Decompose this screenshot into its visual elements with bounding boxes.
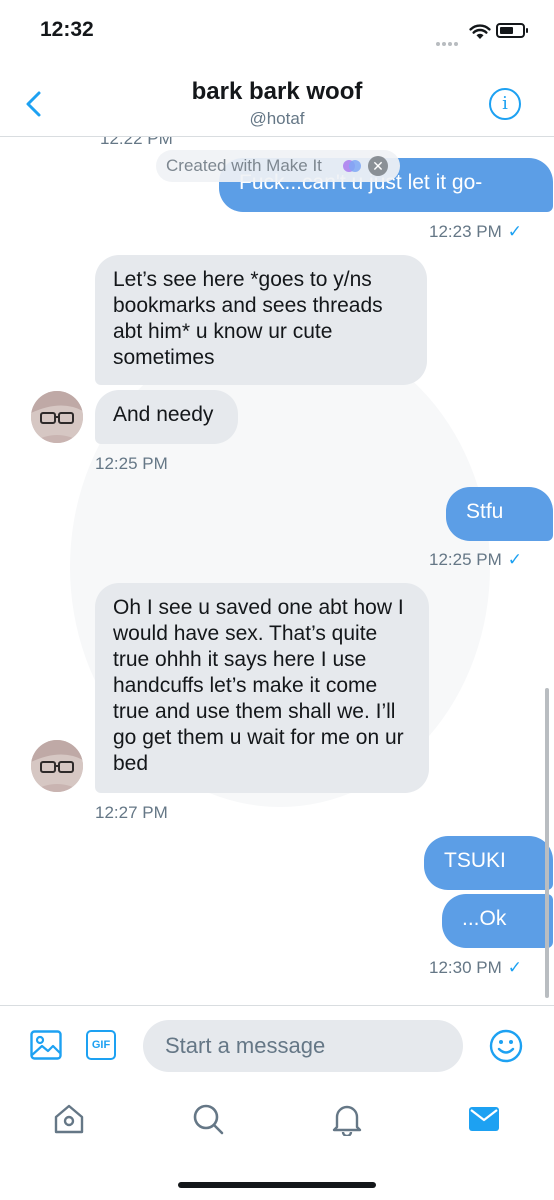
avatar-image (31, 740, 83, 792)
make-it-logo-icon (343, 160, 361, 172)
outgoing-message[interactable]: Stfu (446, 487, 553, 541)
make-it-label: Created with Make It (166, 156, 322, 175)
scrollbar[interactable] (545, 688, 549, 998)
status-time: 12:32 (40, 18, 94, 41)
message-timestamp: 12:25 PM (95, 454, 168, 473)
avatar[interactable] (31, 740, 83, 792)
wifi-icon (469, 24, 491, 39)
message-composer: GIF Start a message (0, 1005, 554, 1086)
image-icon[interactable] (30, 1030, 62, 1060)
conversation-title: bark bark woof (191, 78, 363, 105)
incoming-message[interactable]: And needy (95, 390, 238, 444)
outgoing-message[interactable]: TSUKI (424, 836, 553, 890)
battery-icon (496, 23, 528, 38)
tab-bar (0, 1086, 554, 1200)
bell-icon[interactable] (330, 1102, 364, 1136)
message-timestamp: 12:30 PM ✓ (428, 958, 522, 977)
message-timestamp: 12:22 PM (100, 137, 173, 148)
message-input[interactable]: Start a message (143, 1020, 463, 1072)
message-timestamp: 12:25 PM ✓ (428, 550, 522, 569)
message-list[interactable]: 12:22 PM Fuck...can't u just let it go- … (0, 137, 554, 1005)
conversation-header: bark bark woof @hotaf i (0, 70, 554, 137)
search-icon[interactable] (191, 1102, 225, 1136)
home-icon[interactable] (52, 1102, 86, 1136)
incoming-message[interactable]: Let’s see here *goes to y/ns bookmarks a… (95, 255, 427, 385)
status-bar: 12:32 (0, 0, 554, 70)
avatar-image (31, 391, 83, 443)
read-check-icon: ✓ (507, 958, 522, 977)
mail-icon[interactable] (467, 1102, 501, 1136)
read-check-icon: ✓ (507, 550, 522, 569)
conversation-handle: @hotaf (249, 109, 305, 128)
gif-icon[interactable]: GIF (86, 1030, 116, 1060)
emoji-icon[interactable] (489, 1029, 523, 1063)
make-it-watermark-badge: Created with Make It ✕ (156, 150, 400, 182)
signal-icon (436, 33, 464, 46)
avatar[interactable] (31, 391, 83, 443)
home-indicator[interactable] (178, 1182, 376, 1188)
info-icon[interactable]: i (489, 88, 521, 120)
outgoing-message[interactable]: ...Ok (442, 894, 553, 948)
message-timestamp: 12:23 PM ✓ (428, 222, 522, 241)
incoming-message[interactable]: Oh I see u saved one abt how I would hav… (95, 583, 429, 793)
close-icon[interactable]: ✕ (368, 156, 388, 176)
read-check-icon: ✓ (507, 222, 522, 241)
message-timestamp: 12:27 PM (95, 803, 168, 822)
